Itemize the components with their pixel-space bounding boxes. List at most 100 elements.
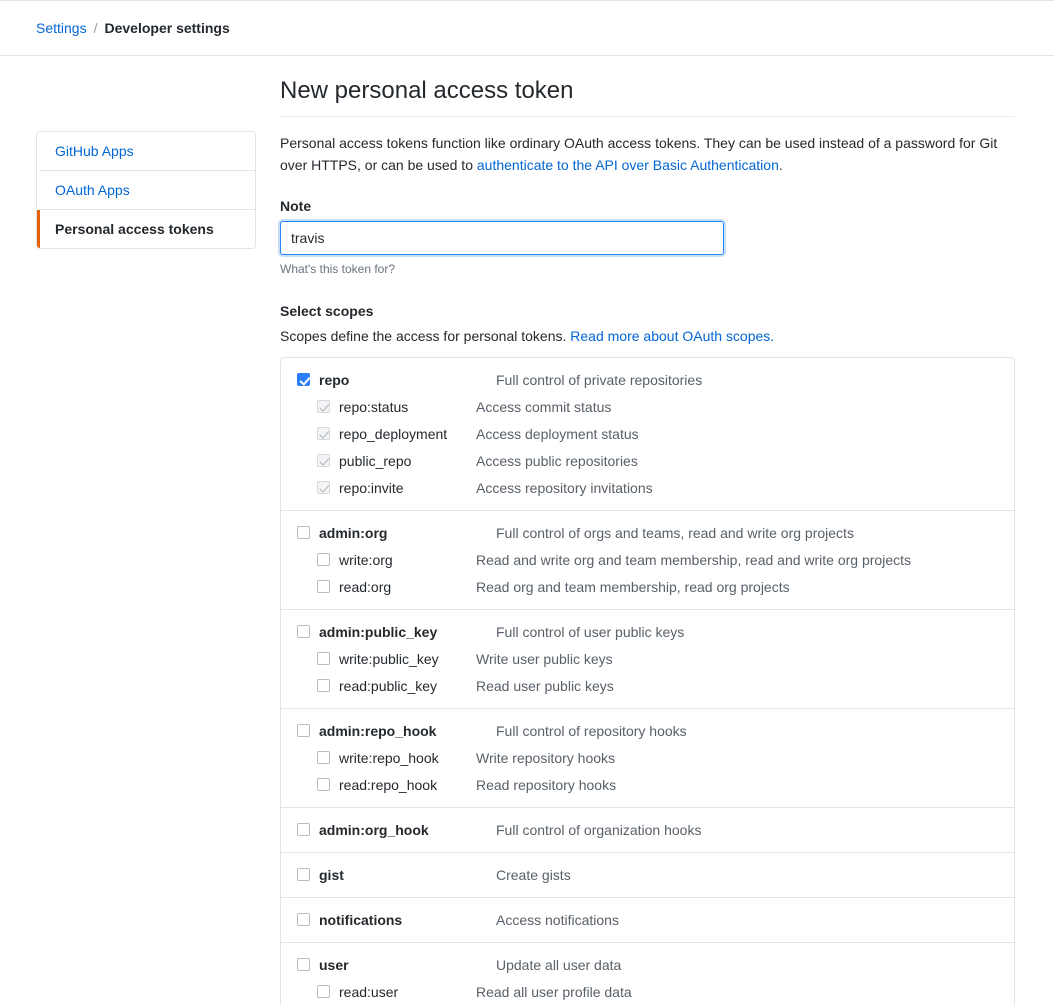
scope-group: repo Full control of private repositories… [281, 358, 1014, 512]
scope-name: read:org [339, 578, 392, 595]
scope-row[interactable]: read:repo_hook Read repository hooks [281, 771, 1014, 798]
scope-description: Full control of user public keys [496, 623, 685, 640]
note-input[interactable] [280, 221, 724, 256]
scope-description: Access deployment status [476, 425, 639, 442]
sidebar: GitHub Apps OAuth Apps Personal access tok… [36, 131, 256, 1005]
scope-description: Write user public keys [476, 650, 613, 667]
scope-name: repo:invite [339, 479, 404, 496]
main-content: New personal access token Personal acces… [280, 76, 1015, 1005]
scope-row[interactable]: gist Create gists [281, 861, 1014, 888]
note-hint: What's this token for? [280, 262, 396, 277]
scope-row[interactable]: read:org Read org and team membership, re… [281, 573, 1014, 600]
note-label: Note [280, 198, 312, 215]
scope-row[interactable]: repo_deployment Access deployment status [281, 420, 1014, 447]
scope-description: Update all user data [496, 956, 622, 973]
scope-row[interactable]: repo:invite Access repository invitations [281, 474, 1014, 501]
scope-name: repo_deployment [339, 425, 448, 442]
scope-name: public_repo [339, 452, 412, 469]
scope-description: Read and write org and team membership, … [476, 551, 911, 568]
basic-auth-link[interactable]: authenticate to the API over Basic Authe… [477, 157, 779, 173]
checkbox-repo[interactable] [297, 373, 310, 387]
scope-row[interactable]: write:org Read and write org and team mem… [281, 546, 1014, 573]
breadcrumb: Settings / Developer settings [0, 1, 1054, 56]
scope-description: Access public repositories [476, 452, 638, 469]
intro-text-after: . [778, 156, 783, 173]
scopes-box: repo Full control of private repositories… [280, 357, 1015, 1005]
scope-row[interactable]: read:public_key Read user public keys [281, 672, 1014, 699]
scope-row[interactable]: write:repo_hook Write repository hooks [281, 744, 1014, 771]
checkbox-admin-public-key[interactable] [297, 625, 310, 639]
scope-row[interactable]: admin:repo_hook Full control of repositor… [281, 717, 1014, 744]
checkbox-repo-deployment [317, 427, 330, 441]
scope-row[interactable]: admin:org_hook Full control of organizati… [281, 816, 1014, 843]
scope-name: read:repo_hook [339, 776, 438, 793]
scope-group: admin:org_hook Full control of organizati… [281, 808, 1014, 854]
scope-group: admin:org Full control of orgs and teams,… [281, 511, 1014, 611]
oauth-scopes-link[interactable]: Read more about OAuth scopes. [570, 328, 774, 344]
scope-name: repo [319, 371, 350, 388]
checkbox-public-repo [317, 454, 330, 468]
sidebar-item-label: Personal access tokens [55, 221, 214, 237]
scope-name: admin:org [319, 524, 388, 541]
scopes-subtext-plain: Scopes define the access for personal to… [280, 328, 571, 345]
checkbox-write-repo-hook[interactable] [317, 751, 330, 765]
scope-row[interactable]: user Update all user data [281, 951, 1014, 978]
sidebar-nav: GitHub Apps OAuth Apps Personal access tok… [36, 131, 256, 249]
scope-name: admin:repo_hook [319, 722, 437, 739]
scope-description: Access repository invitations [476, 479, 653, 496]
checkbox-read-org[interactable] [317, 580, 330, 594]
scope-description: Access commit status [476, 398, 612, 415]
scope-row[interactable]: repo:status Access commit status [281, 393, 1014, 420]
scope-row[interactable]: public_repo Access public repositories [281, 447, 1014, 474]
scope-group: user Update all user data read:user Read al… [281, 943, 1014, 1005]
scope-description: Full control of private repositories [496, 371, 703, 388]
scope-description: Full control of repository hooks [496, 722, 687, 739]
scope-name: write:org [339, 551, 393, 568]
page-body: GitHub Apps OAuth Apps Personal access tok… [0, 56, 1054, 1005]
checkbox-admin-org-hook[interactable] [297, 823, 310, 837]
scope-row[interactable]: notifications Access notifications [281, 906, 1014, 933]
checkbox-admin-repo-hook[interactable] [297, 724, 310, 738]
scope-name: read:user [339, 983, 399, 1000]
checkbox-repo-invite [317, 481, 330, 495]
scope-description: Access notifications [496, 911, 619, 928]
scope-description: Read user public keys [476, 677, 614, 694]
checkbox-write-org[interactable] [317, 553, 330, 567]
scope-row[interactable]: repo Full control of private repositories [281, 366, 1014, 393]
scope-description: Read repository hooks [476, 776, 617, 793]
sidebar-item-label: GitHub Apps [55, 143, 134, 159]
sidebar-item-oauth-apps[interactable]: OAuth Apps [37, 171, 255, 210]
checkbox-notifications[interactable] [297, 913, 310, 927]
checkbox-repo-status [317, 400, 330, 414]
scope-description: Create gists [496, 866, 571, 883]
scope-description: Full control of organization hooks [496, 821, 702, 838]
checkbox-gist[interactable] [297, 868, 310, 882]
scope-name: write:public_key [339, 650, 439, 667]
checkbox-read-public-key[interactable] [317, 679, 330, 693]
scope-group: admin:repo_hook Full control of repositor… [281, 709, 1014, 809]
scope-name: read:public_key [339, 677, 438, 694]
breadcrumb-settings-link[interactable]: Settings [36, 20, 87, 36]
checkbox-user[interactable] [297, 958, 310, 972]
scope-description: Full control of orgs and teams, read and… [496, 524, 854, 541]
scope-name: admin:org_hook [319, 821, 429, 838]
checkbox-write-public-key[interactable] [317, 652, 330, 666]
scope-row[interactable]: read:user Read all user profile data [281, 978, 1014, 1005]
scope-row[interactable]: admin:org Full control of orgs and teams,… [281, 519, 1014, 546]
scopes-subtext: Scopes define the access for personal to… [280, 328, 1015, 344]
title-divider [280, 116, 1015, 117]
scope-row[interactable]: write:public_key Write user public keys [281, 645, 1014, 672]
sidebar-item-github-apps[interactable]: GitHub Apps [37, 132, 255, 171]
breadcrumb-current: Developer settings [104, 20, 230, 36]
scope-name: notifications [319, 911, 403, 928]
scope-description: Read all user profile data [476, 983, 632, 1000]
scope-name: repo:status [339, 398, 409, 415]
intro-paragraph: Personal access tokens function like ord… [280, 133, 1010, 176]
checkbox-admin-org[interactable] [297, 526, 310, 540]
scope-name: user [319, 956, 349, 973]
checkbox-read-repo-hook[interactable] [317, 778, 330, 792]
checkbox-read-user[interactable] [317, 985, 330, 999]
sidebar-item-personal-access-tokens[interactable]: Personal access tokens [37, 210, 255, 248]
scope-description: Write repository hooks [476, 749, 616, 766]
scope-row[interactable]: admin:public_key Full control of user pub… [281, 618, 1014, 645]
